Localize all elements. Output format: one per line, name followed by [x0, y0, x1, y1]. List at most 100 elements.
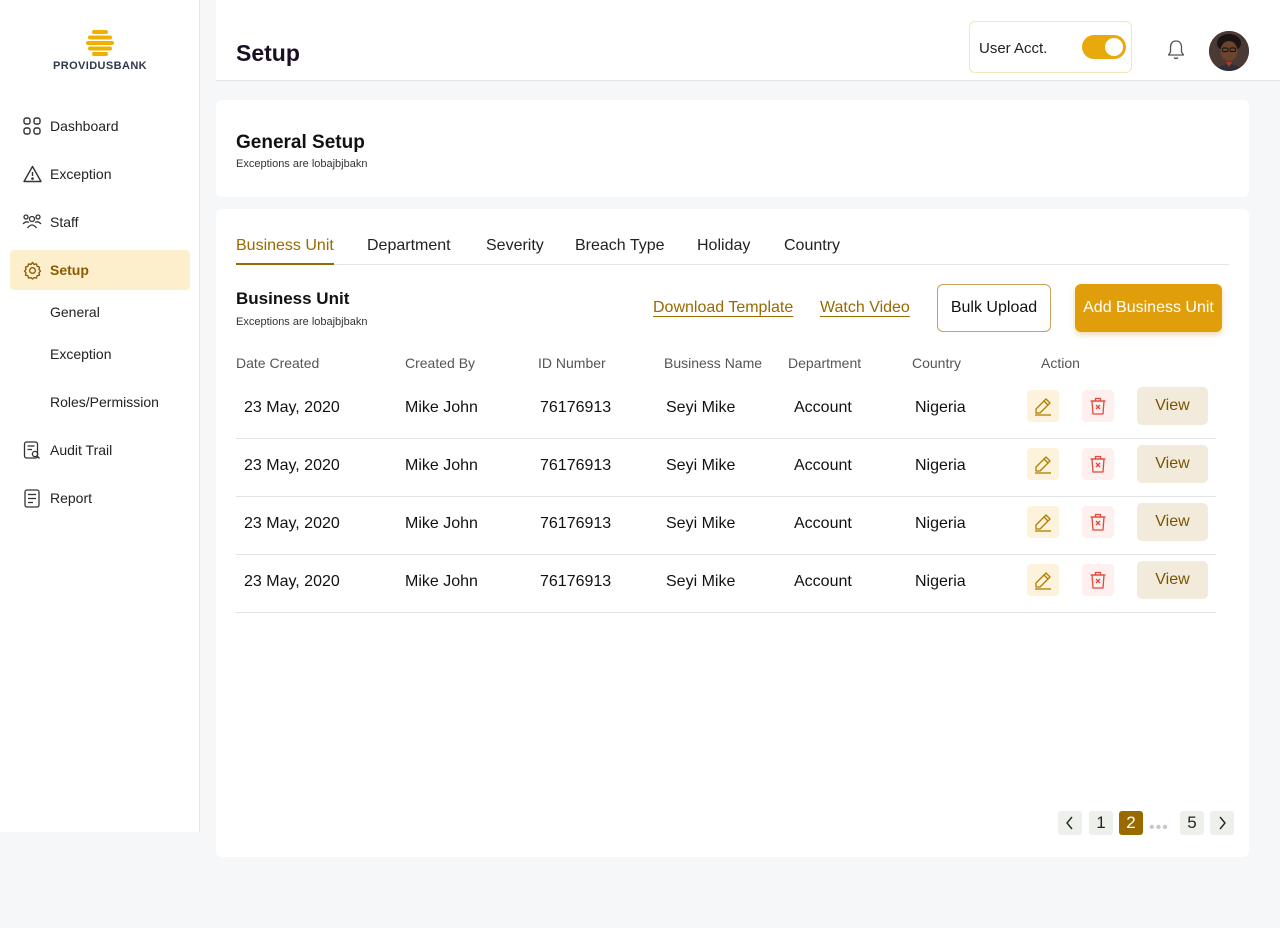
table-row: 23 May, 2020 Mike John 76176913 Seyi Mik…: [236, 439, 1216, 497]
tab-severity[interactable]: Severity: [486, 237, 544, 265]
trash-icon: [1090, 397, 1106, 415]
sidebar: PROVIDUSBANK Dashboard Exception Staff S…: [0, 0, 200, 832]
edit-button[interactable]: [1027, 506, 1059, 538]
edit-button[interactable]: [1027, 448, 1059, 480]
prev-page-button[interactable]: [1058, 811, 1082, 835]
page-button-2[interactable]: 2: [1119, 811, 1143, 835]
pencil-icon: [1035, 514, 1051, 532]
sidebar-item-exception[interactable]: Exception: [10, 154, 190, 194]
column-header-business-name: Business Name: [664, 355, 763, 371]
cell-date: 23 May, 2020: [244, 515, 340, 532]
trash-icon: [1090, 513, 1106, 531]
bulk-upload-button[interactable]: Bulk Upload: [937, 284, 1051, 332]
page-button-1[interactable]: 1: [1089, 811, 1113, 835]
grid-icon: [22, 116, 42, 136]
sidebar-item-setup[interactable]: Setup: [10, 250, 190, 290]
page-title: Setup: [236, 40, 300, 66]
cell-department: Account: [794, 573, 852, 590]
cell-created-by: Mike John: [405, 399, 478, 416]
cell-department: Account: [794, 515, 852, 532]
sidebar-item-label: Exception: [50, 166, 112, 182]
cell-department: Account: [794, 399, 852, 416]
bell-icon[interactable]: [1166, 39, 1186, 61]
pencil-icon: [1035, 398, 1051, 416]
trash-icon: [1090, 455, 1106, 473]
cell-country: Nigeria: [915, 399, 966, 416]
sidebar-subitem-exception[interactable]: Exception: [50, 346, 111, 362]
audit-icon: [22, 440, 42, 460]
view-button[interactable]: View: [1137, 445, 1208, 483]
sidebar-subitem-roles-permission[interactable]: Roles/Permission: [50, 394, 159, 410]
watch-video-link[interactable]: Watch Video: [820, 299, 910, 317]
section-title: Business Unit: [236, 289, 350, 308]
general-setup-card: General Setup Exceptions are lobajbjbakn: [216, 100, 1249, 197]
tab-breach-type[interactable]: Breach Type: [575, 237, 665, 265]
column-header-country: Country: [912, 355, 962, 371]
providus-logo-icon: [86, 30, 114, 56]
add-business-unit-button[interactable]: Add Business Unit: [1075, 284, 1222, 332]
cell-country: Nigeria: [915, 457, 966, 474]
top-header: Setup User Acct.: [216, 0, 1280, 81]
trash-icon: [1090, 571, 1106, 589]
cell-date: 23 May, 2020: [244, 573, 340, 590]
cell-created-by: Mike John: [405, 573, 478, 590]
delete-button[interactable]: [1082, 564, 1114, 596]
user-acct-toggle[interactable]: [1082, 35, 1126, 59]
cell-country: Nigeria: [915, 515, 966, 532]
cell-created-by: Mike John: [405, 515, 478, 532]
view-button[interactable]: View: [1137, 561, 1208, 599]
cell-business-name: Seyi Mike: [666, 399, 736, 416]
cell-date: 23 May, 2020: [244, 399, 340, 416]
tab-business-unit[interactable]: Business Unit: [236, 237, 334, 265]
cell-department: Account: [794, 457, 852, 474]
general-setup-subtitle: Exceptions are lobajbjbakn: [236, 158, 368, 170]
pencil-icon: [1035, 456, 1051, 474]
download-template-link[interactable]: Download Template: [653, 299, 793, 317]
column-header-id-number: ID Number: [538, 355, 606, 371]
delete-button[interactable]: [1082, 448, 1114, 480]
chevron-right-icon: [1219, 816, 1226, 830]
business-unit-card: Business Unit Department Severity Breach…: [216, 209, 1249, 857]
sidebar-item-dashboard[interactable]: Dashboard: [10, 106, 190, 146]
user-account-switch: User Acct.: [969, 21, 1132, 73]
sidebar-item-label: Dashboard: [50, 118, 119, 134]
page-button-5[interactable]: 5: [1180, 811, 1204, 835]
avatar[interactable]: [1209, 31, 1249, 71]
cell-created-by: Mike John: [405, 457, 478, 474]
cell-id-number: 76176913: [540, 515, 612, 532]
column-header-created-by: Created By: [405, 355, 476, 371]
column-header-action: Action: [1041, 355, 1080, 371]
view-button[interactable]: View: [1137, 387, 1208, 425]
chevron-left-icon: [1066, 816, 1073, 830]
cell-business-name: Seyi Mike: [666, 457, 736, 474]
sidebar-item-label: Report: [50, 490, 93, 506]
sidebar-item-staff[interactable]: Staff: [10, 202, 190, 242]
section-subtitle: Exceptions are lobajbjbakn: [236, 316, 368, 328]
tab-holiday[interactable]: Holiday: [697, 237, 750, 265]
column-header-date: Date Created: [236, 355, 320, 371]
users-icon: [22, 212, 42, 232]
sidebar-item-audit-trail[interactable]: Audit Trail: [10, 430, 190, 470]
view-button[interactable]: View: [1137, 503, 1208, 541]
cell-business-name: Seyi Mike: [666, 515, 736, 532]
tab-country[interactable]: Country: [784, 237, 840, 265]
gear-icon: [22, 260, 42, 280]
cell-id-number: 76176913: [540, 399, 612, 416]
delete-button[interactable]: [1082, 390, 1114, 422]
cell-id-number: 76176913: [540, 457, 612, 474]
edit-button[interactable]: [1027, 390, 1059, 422]
delete-button[interactable]: [1082, 506, 1114, 538]
cell-id-number: 76176913: [540, 573, 612, 590]
brand-name: PROVIDUSBANK: [52, 60, 148, 72]
setup-tabs: Business Unit Department Severity Breach…: [236, 237, 1229, 265]
cell-business-name: Seyi Mike: [666, 573, 736, 590]
sidebar-item-label: Setup: [50, 262, 89, 278]
brand-logo[interactable]: PROVIDUSBANK: [0, 30, 200, 72]
pagination-ellipsis: •••: [1149, 819, 1169, 836]
sidebar-item-report[interactable]: Report: [10, 478, 190, 518]
next-page-button[interactable]: [1210, 811, 1234, 835]
sidebar-subitem-general[interactable]: General: [50, 304, 100, 320]
table-row: 23 May, 2020 Mike John 76176913 Seyi Mik…: [236, 555, 1216, 613]
tab-department[interactable]: Department: [367, 237, 451, 265]
edit-button[interactable]: [1027, 564, 1059, 596]
